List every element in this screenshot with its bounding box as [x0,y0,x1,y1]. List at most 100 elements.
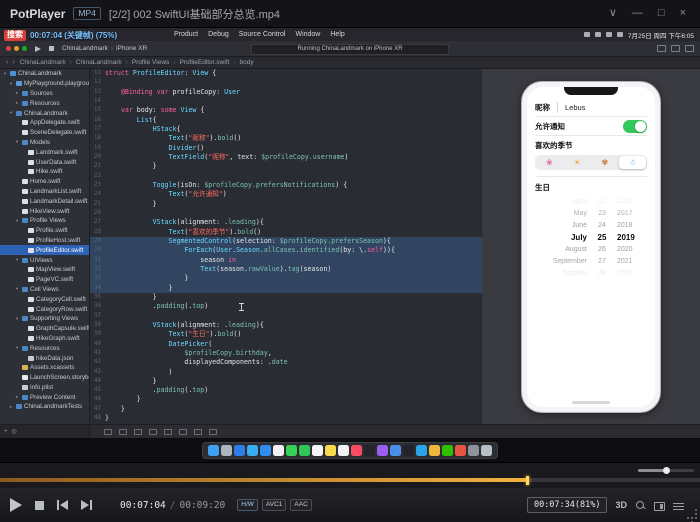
file-tree-item[interactable]: LandmarkList.swift [0,187,89,197]
season-segment[interactable]: ✾ [592,156,619,169]
file-tree-item[interactable]: ▾UIViews [0,255,89,265]
memory-graph-icon[interactable] [209,429,217,435]
file-tree-item[interactable]: Hike.swift [0,167,89,177]
file-tree-item[interactable]: ▾Models [0,138,89,148]
file-tree-item[interactable]: LaunchScreen.storyboard [0,373,89,383]
menu-source-control[interactable]: Source Control [239,31,286,38]
file-tree-item[interactable]: HikeGraph.swift [0,334,89,344]
window-traffic-lights[interactable] [6,46,27,51]
file-tree-item[interactable]: ▾ChinaLandmark [0,69,89,79]
playlist-icon[interactable] [673,503,684,511]
breadcrumb-item[interactable]: body [239,59,257,66]
menu-window[interactable]: Window [295,31,320,38]
step-into-icon[interactable] [164,429,172,435]
file-tree-item[interactable]: ▸Preview Content [0,392,89,402]
file-tree-item[interactable]: ▸Sources [0,89,89,99]
date-picker-row[interactable]: August262020 [535,243,647,255]
date-picker-row[interactable]: April222016 [535,195,647,207]
file-tree-item[interactable]: LandmarkDetail.swift [0,196,89,206]
project-navigator[interactable]: ▾ChinaLandmark▾MyPlayground.playground▸S… [0,69,90,424]
dock-icon[interactable] [429,445,440,456]
season-segment[interactable]: ☃ [619,156,646,169]
resize-grip-icon[interactable] [688,510,697,519]
file-tree-item[interactable]: Assets.xcassets [0,363,89,373]
date-picker-row[interactable]: May232017 [535,207,647,219]
file-tree-item[interactable]: ▾MyPlayground.playground [0,79,89,89]
dock-icon[interactable] [273,445,284,456]
control-panel-icon[interactable] [654,502,665,511]
file-tree-item[interactable]: CategoryRow.swift [0,304,89,314]
season-segment[interactable]: ❀ [536,156,563,169]
dock-icon[interactable] [234,445,245,456]
dock-icon[interactable] [221,445,232,456]
code-editor[interactable]: 11struct ProfileEditor: View {1213 @Bind… [90,69,482,424]
file-tree-item[interactable]: PageVC.swift [0,275,89,285]
menu-help[interactable]: Help [330,31,344,38]
navigator-filter-bar[interactable] [0,425,90,438]
dock-icon[interactable] [416,445,427,456]
minimize-window-icon[interactable] [14,46,19,51]
file-tree-item[interactable]: ▸ChinaLandmarkTests [0,402,89,412]
file-tree-item[interactable]: GraphCapsule.swift [0,324,89,334]
nav-arrows[interactable] [6,59,15,66]
maximize-icon[interactable] [658,8,665,19]
dock-icon[interactable] [208,445,219,456]
menu-debug[interactable]: Debug [208,31,229,38]
breadcrumb-item[interactable]: ChinaLandmark [76,59,128,66]
subtitle-search-icon[interactable] [635,500,646,511]
file-tree-item[interactable]: hikeData.json [0,353,89,363]
file-tree-item[interactable]: Home.swift [0,177,89,187]
step-over-icon[interactable] [149,429,157,435]
dock-icon[interactable] [481,445,492,456]
file-tree-item[interactable]: Profile.swift [0,226,89,236]
continue-icon[interactable] [134,429,142,435]
nickname-field[interactable]: Lebus [565,103,585,112]
volume-slider[interactable] [638,469,694,472]
forward-icon[interactable] [12,59,14,66]
breakpoints-icon[interactable] [119,429,127,435]
file-tree-item[interactable]: UserData.swift [0,157,89,167]
back-icon[interactable] [6,59,8,66]
stop-button[interactable] [49,46,54,51]
dock-icon[interactable] [260,445,271,456]
breadcrumb-item[interactable]: Profile Views [132,59,176,66]
file-tree-item[interactable]: ProfileHost.swift [0,236,89,246]
date-picker-wheel[interactable]: April222016May232017June242018July252019… [535,195,647,281]
date-picker-row[interactable]: September272021 [535,255,647,267]
seek-bar[interactable] [0,478,700,482]
file-tree-item[interactable]: Info.plist [0,383,89,393]
file-tree-item[interactable]: ▾Profile Views [0,216,89,226]
player-menu-icon[interactable] [609,8,617,19]
dock-icon[interactable] [338,445,349,456]
menu-product[interactable]: Product [174,31,198,38]
run-button[interactable] [35,46,41,52]
file-tree-item[interactable]: HikeView.swift [0,206,89,216]
date-picker-row[interactable]: October282022 [535,267,647,279]
file-tree-item[interactable]: MapView.swift [0,265,89,275]
play-icon[interactable] [10,498,22,512]
dock-icon[interactable] [299,445,310,456]
file-tree-item[interactable]: ▾ChinaLandmark [0,108,89,118]
file-tree-item[interactable]: AppDelegate.swift [0,118,89,128]
file-tree-item[interactable]: ▸Resources [0,98,89,108]
close-icon[interactable] [680,8,686,19]
previous-icon[interactable] [57,500,68,510]
season-segment[interactable]: ☀ [564,156,591,169]
file-tree-item[interactable]: ProfileEditor.swift [0,245,89,255]
filter-icon[interactable] [12,428,17,435]
add-icon[interactable] [4,429,8,435]
file-tree-item[interactable]: ▾Resources [0,343,89,353]
zoom-window-icon[interactable] [22,46,27,51]
stop-icon[interactable] [35,501,44,510]
next-icon[interactable] [81,500,92,510]
minimize-icon[interactable] [632,8,643,19]
dock-icon[interactable] [442,445,453,456]
date-picker-row[interactable]: July252019 [535,231,647,243]
close-window-icon[interactable] [6,46,11,51]
file-tree-item[interactable]: CategoryCell.swift [0,294,89,304]
3d-button[interactable]: 3D [615,500,627,510]
video-frame[interactable]: 搜索 00:07:04 (关键帧) (75%) ProductDebugSour… [0,28,700,462]
file-tree-item[interactable]: Landmark.swift [0,147,89,157]
file-tree-item[interactable]: ▾Cell Views [0,285,89,295]
file-tree-item[interactable]: ▾Supporting Views [0,314,89,324]
